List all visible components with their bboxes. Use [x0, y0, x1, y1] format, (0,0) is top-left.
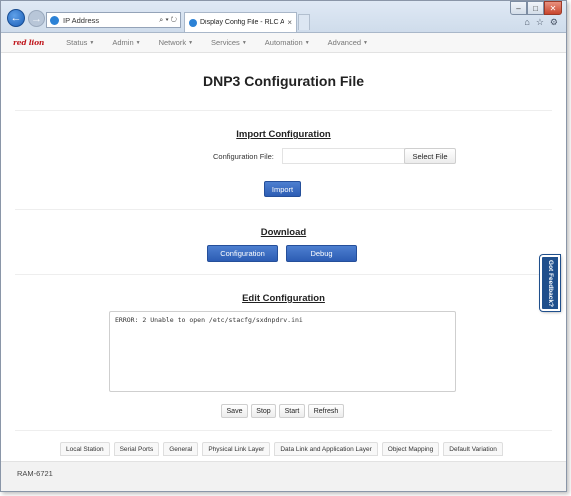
- menu-status[interactable]: Status ▼: [66, 38, 94, 47]
- forward-button[interactable]: →: [28, 10, 45, 27]
- caret-down-icon: ▼: [188, 39, 194, 46]
- download-debug-button[interactable]: Debug: [286, 245, 357, 262]
- import-heading: Import Configuration: [236, 129, 331, 140]
- tab-default-variation[interactable]: Default Variation: [443, 442, 503, 456]
- tab-data-link-application-layer[interactable]: Data Link and Application Layer: [274, 442, 378, 456]
- edit-heading: Edit Configuration: [242, 293, 325, 304]
- device-model-label: RAM-6721: [17, 469, 53, 478]
- feedback-tab[interactable]: Got Feedback?: [540, 255, 560, 311]
- gear-icon[interactable]: ⚙: [550, 17, 558, 28]
- close-window-button[interactable]: ✕: [544, 1, 562, 15]
- back-arrow-icon: ←: [10, 12, 22, 24]
- divider: [15, 209, 552, 210]
- tab-favicon-icon: [189, 18, 197, 27]
- page-footer: RAM-6721: [1, 461, 566, 491]
- divider: [15, 430, 552, 431]
- tab-physical-link-layer[interactable]: Physical Link Layer: [202, 442, 271, 456]
- divider: [15, 110, 552, 111]
- menu-admin-label: Admin: [112, 38, 134, 47]
- save-button[interactable]: Save: [221, 404, 248, 418]
- browser-window: ← → IP Address ⌕ ▾ ↻ Display Config File…: [0, 0, 567, 492]
- tab-serial-ports[interactable]: Serial Ports: [113, 442, 160, 456]
- page-content: DNP3 Configuration File Import Configura…: [1, 53, 566, 461]
- start-button[interactable]: Start: [279, 404, 305, 418]
- menu-services-label: Services: [211, 38, 240, 47]
- config-file-input[interactable]: [282, 148, 405, 164]
- menu-advanced[interactable]: Advanced ▼: [328, 38, 368, 47]
- tab-title: Display Config File - RLC A...: [200, 19, 285, 26]
- caret-down-icon: ▼: [363, 39, 368, 46]
- forward-arrow-icon: →: [31, 12, 42, 25]
- download-heading: Download: [260, 227, 307, 238]
- menu-automation[interactable]: Automation ▼: [265, 38, 310, 47]
- page-favicon-icon: [50, 15, 59, 25]
- config-editor-textarea[interactable]: ERROR: 2 Unable to open /etc/stacfg/sxdn…: [109, 311, 456, 392]
- refresh-button[interactable]: Refresh: [308, 404, 344, 418]
- window-controls: – □ ✕: [510, 1, 562, 15]
- caret-down-icon: ▼: [241, 39, 247, 46]
- red-lion-logo[interactable]: red lion: [13, 38, 44, 47]
- stop-button[interactable]: Stop: [251, 404, 276, 418]
- tab-general[interactable]: General: [163, 442, 199, 456]
- import-button[interactable]: Import: [264, 181, 301, 197]
- caret-down-icon: ▼: [304, 39, 310, 46]
- menu-network[interactable]: Network ▼: [159, 38, 193, 47]
- tab-close-icon[interactable]: ×: [287, 18, 292, 27]
- star-icon[interactable]: ☆: [536, 17, 544, 28]
- page-title: DNP3 Configuration File: [203, 73, 364, 89]
- minimize-button[interactable]: –: [510, 1, 527, 15]
- menu-admin[interactable]: Admin ▼: [112, 38, 140, 47]
- address-controls[interactable]: ⌕ ▾ ↻: [159, 15, 177, 25]
- tab-object-mapping[interactable]: Object Mapping: [381, 442, 440, 456]
- divider: [15, 274, 552, 275]
- new-tab-button[interactable]: [298, 14, 310, 30]
- browser-tab-active[interactable]: Display Config File - RLC A... ×: [184, 12, 297, 32]
- home-icon[interactable]: ⌂: [524, 17, 529, 28]
- maximize-button[interactable]: □: [527, 1, 544, 15]
- tab-local-station[interactable]: Local Station: [60, 442, 110, 456]
- back-button[interactable]: ←: [7, 9, 25, 27]
- config-file-label: Configuration File:: [213, 152, 274, 161]
- address-text[interactable]: IP Address: [63, 16, 156, 25]
- menu-services[interactable]: Services ▼: [211, 38, 247, 47]
- menu-automation-label: Automation: [264, 38, 303, 47]
- select-file-button[interactable]: Select File: [404, 148, 456, 164]
- browser-tool-icons: ⌂ ☆ ⚙: [524, 17, 558, 28]
- download-configuration-button[interactable]: Configuration: [207, 245, 278, 262]
- caret-down-icon: ▼: [135, 39, 141, 46]
- menu-advanced-label: Advanced: [327, 38, 362, 47]
- menu-status-label: Status: [66, 38, 88, 47]
- app-navbar: red lion Status ▼ Admin ▼ Network ▼ Service…: [1, 33, 566, 53]
- browser-toolbar: ← → IP Address ⌕ ▾ ↻ Display Config File…: [1, 1, 566, 33]
- feedback-label: Got Feedback?: [546, 259, 554, 307]
- caret-down-icon: ▼: [89, 39, 95, 46]
- menu-network-label: Network: [158, 38, 187, 47]
- address-bar[interactable]: IP Address ⌕ ▾ ↻: [46, 12, 181, 28]
- config-section-tabs: Local Station Serial Ports General Physi…: [60, 442, 503, 456]
